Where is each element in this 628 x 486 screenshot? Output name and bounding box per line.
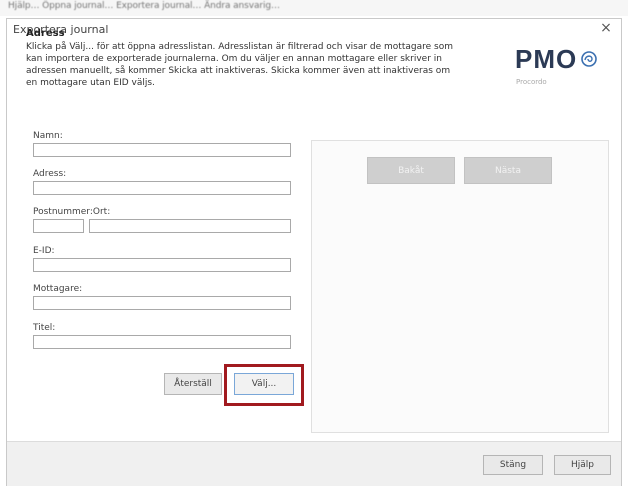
close-icon[interactable]: × [599,21,613,35]
close-button[interactable]: Stäng [483,455,543,475]
eid-input[interactable] [33,258,291,272]
next-button[interactable]: Nästa [464,157,552,184]
recipient-label: Mottagare: [33,284,83,294]
eid-label: E-ID: [33,246,55,256]
back-button[interactable]: Bakåt [367,157,455,184]
address-section-title: Adress [26,28,65,39]
choose-button-highlight [224,364,304,406]
title-input[interactable] [33,335,291,349]
navigation-panel [311,140,609,433]
pmo-logo-text: PMO [515,44,578,74]
name-label: Namn: [33,131,63,141]
city-input[interactable] [89,219,291,233]
reset-button[interactable]: Återställ [164,373,222,395]
help-button[interactable]: Hjälp [554,455,611,475]
recipient-input[interactable] [33,296,291,310]
pmo-swirl-icon [581,51,597,67]
address-input[interactable] [33,181,291,195]
postal-code-input[interactable] [33,219,84,233]
title-label: Titel: [33,323,56,333]
address-instructions: Klicka på Välj... för att öppna adressli… [26,42,453,88]
background-menu-bar: Hjälp… Öppna journal… Exportera journal…… [0,0,628,16]
logo-subtitle: Procordo [516,78,547,86]
background-menu-items: Hjälp… Öppna journal… Exportera journal…… [8,1,280,11]
postal-city-label: Postnummer:Ort: [33,207,111,217]
address-label: Adress: [33,169,67,179]
name-input[interactable] [33,143,291,157]
